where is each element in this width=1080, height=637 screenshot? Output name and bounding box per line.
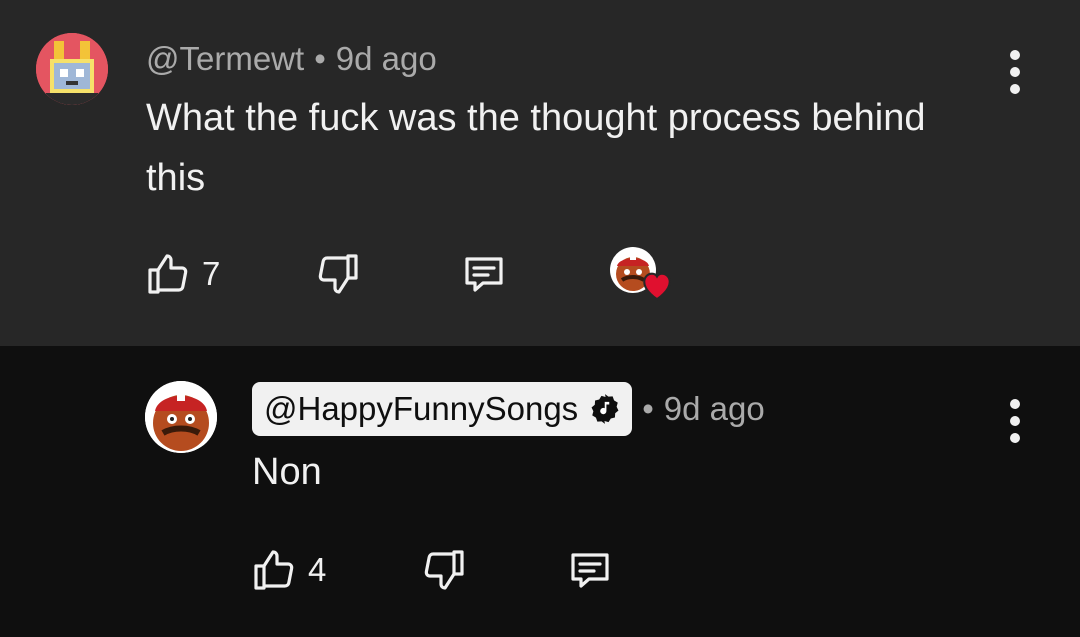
more-vert-icon[interactable]	[1008, 50, 1022, 94]
comment-author: @HappyFunnySongs	[264, 390, 579, 427]
dislike-button[interactable]	[420, 546, 566, 594]
comment-author[interactable]: @Termewt	[146, 40, 304, 78]
like-count: 7	[202, 255, 221, 292]
heart-icon	[643, 272, 671, 301]
reply-item: @HappyFunnySongs • 9d ago Non 4	[0, 346, 1080, 637]
avatar[interactable]	[36, 33, 108, 105]
comment-time: 9d ago	[335, 40, 437, 77]
dislike-button[interactable]	[314, 250, 460, 298]
creator-heart	[610, 247, 674, 301]
avatar[interactable]	[145, 381, 217, 453]
comment-text: What the fuck was the thought process be…	[146, 97, 926, 199]
thumbs-down-icon	[318, 254, 358, 294]
comment-icon	[571, 553, 609, 588]
like-count: 4	[308, 551, 327, 588]
reply-button[interactable]	[566, 546, 716, 594]
music-note-badge-icon	[588, 392, 622, 426]
comment-item: @Termewt • 9d ago What the fuck was the …	[0, 0, 1080, 346]
like-button[interactable]: 7	[144, 250, 314, 298]
like-button[interactable]: 4	[250, 546, 420, 594]
thumbs-up-icon	[254, 550, 294, 590]
more-vert-icon[interactable]	[1008, 399, 1022, 443]
comment-text: Non	[252, 451, 322, 493]
thumbs-up-icon	[148, 254, 188, 294]
separator-dot: •	[314, 40, 326, 77]
comment-icon	[465, 257, 503, 292]
comment-time: 9d ago	[663, 390, 765, 427]
creator-handle-chip[interactable]: @HappyFunnySongs	[252, 382, 633, 436]
separator-dot: •	[642, 390, 654, 427]
reply-button[interactable]	[460, 250, 610, 298]
thumbs-down-icon	[424, 550, 464, 590]
